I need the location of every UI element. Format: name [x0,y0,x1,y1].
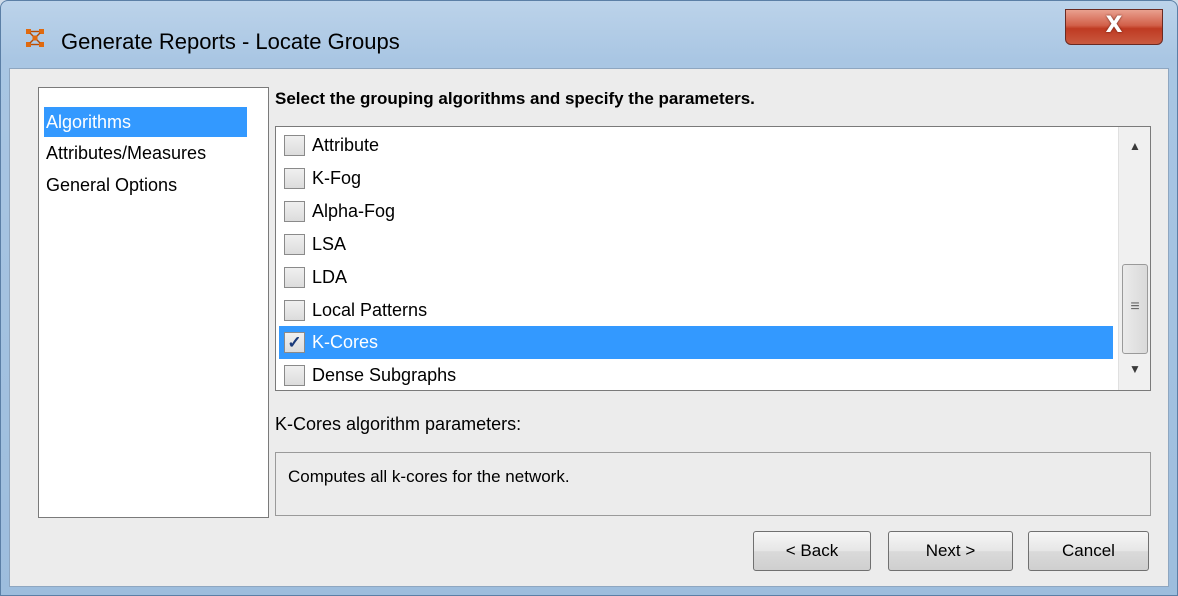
checkbox-lsa[interactable] [284,234,305,255]
list-item-alpha-fog[interactable]: Alpha-Fog [279,195,1113,228]
list-item-label: LDA [312,267,348,287]
list-item-local-patterns[interactable]: Local Patterns [279,294,1113,327]
list-item-label: K-Cores [312,332,379,352]
close-icon: X [1105,13,1123,38]
list-item-label: Attribute [312,135,380,155]
list-item-label: K-Fog [312,168,362,188]
nav-item-general-options[interactable]: General Options [44,170,179,200]
list-item-label: LSA [312,234,347,254]
list-item-dense-subgraphs[interactable]: Dense Subgraphs [279,359,1113,390]
checkbox-k-cores[interactable]: ✓ [284,332,305,353]
params-label: K-Cores algorithm parameters: [275,414,522,434]
list-item-lda[interactable]: LDA [279,261,1113,294]
checkbox-dense-subgraphs[interactable] [284,365,305,386]
arrow-down-icon[interactable]: ▼ [1119,354,1150,384]
dialog-content: Algorithms Attributes/Measures General O… [9,68,1169,587]
algorithm-list: Attribute K-Fog Alpha-Fog LSA LDA Local … [275,126,1151,391]
dialog-window: Generate Reports - Locate Groups X Algor… [0,0,1178,596]
nav-item-algorithms[interactable]: Algorithms [44,107,247,137]
arrow-up-icon[interactable]: ▲ [1119,131,1150,161]
next-button[interactable]: Next > [888,531,1013,571]
scroll-thumb[interactable]: ≡ [1122,264,1148,354]
title-bar[interactable]: Generate Reports - Locate Groups X [1,1,1177,59]
list-item-label: Dense Subgraphs [312,365,457,385]
list-item-k-cores[interactable]: ✓ K-Cores [279,326,1113,359]
checkmark-icon: ✓ [287,333,302,352]
checkbox-lda[interactable] [284,267,305,288]
list-item-k-fog[interactable]: K-Fog [279,162,1113,195]
list-item-lsa[interactable]: LSA [279,228,1113,261]
back-button[interactable]: < Back [753,531,871,571]
close-button[interactable]: X [1065,9,1163,45]
list-scrollbar[interactable]: ▲ ≡ ▼ [1118,127,1150,390]
scroll-grip-icon: ≡ [1130,298,1140,315]
cancel-button[interactable]: Cancel [1028,531,1149,571]
app-logo-icon [26,29,44,47]
checkbox-local-patterns[interactable] [284,300,305,321]
list-item-label: Local Patterns [312,300,428,320]
window-title: Generate Reports - Locate Groups [61,29,400,54]
list-item-label: Alpha-Fog [312,201,396,221]
checkbox-k-fog[interactable] [284,168,305,189]
checkbox-alpha-fog[interactable] [284,201,305,222]
nav-item-attributes-measures[interactable]: Attributes/Measures [44,138,208,168]
section-heading: Select the grouping algorithms and speci… [275,89,755,108]
list-item-attribute[interactable]: Attribute [279,129,1113,162]
params-description: Computes all k-cores for the network. [288,467,570,486]
checkbox-attribute[interactable] [284,135,305,156]
params-panel: Computes all k-cores for the network. [275,452,1151,516]
section-nav: Algorithms Attributes/Measures General O… [38,87,269,518]
